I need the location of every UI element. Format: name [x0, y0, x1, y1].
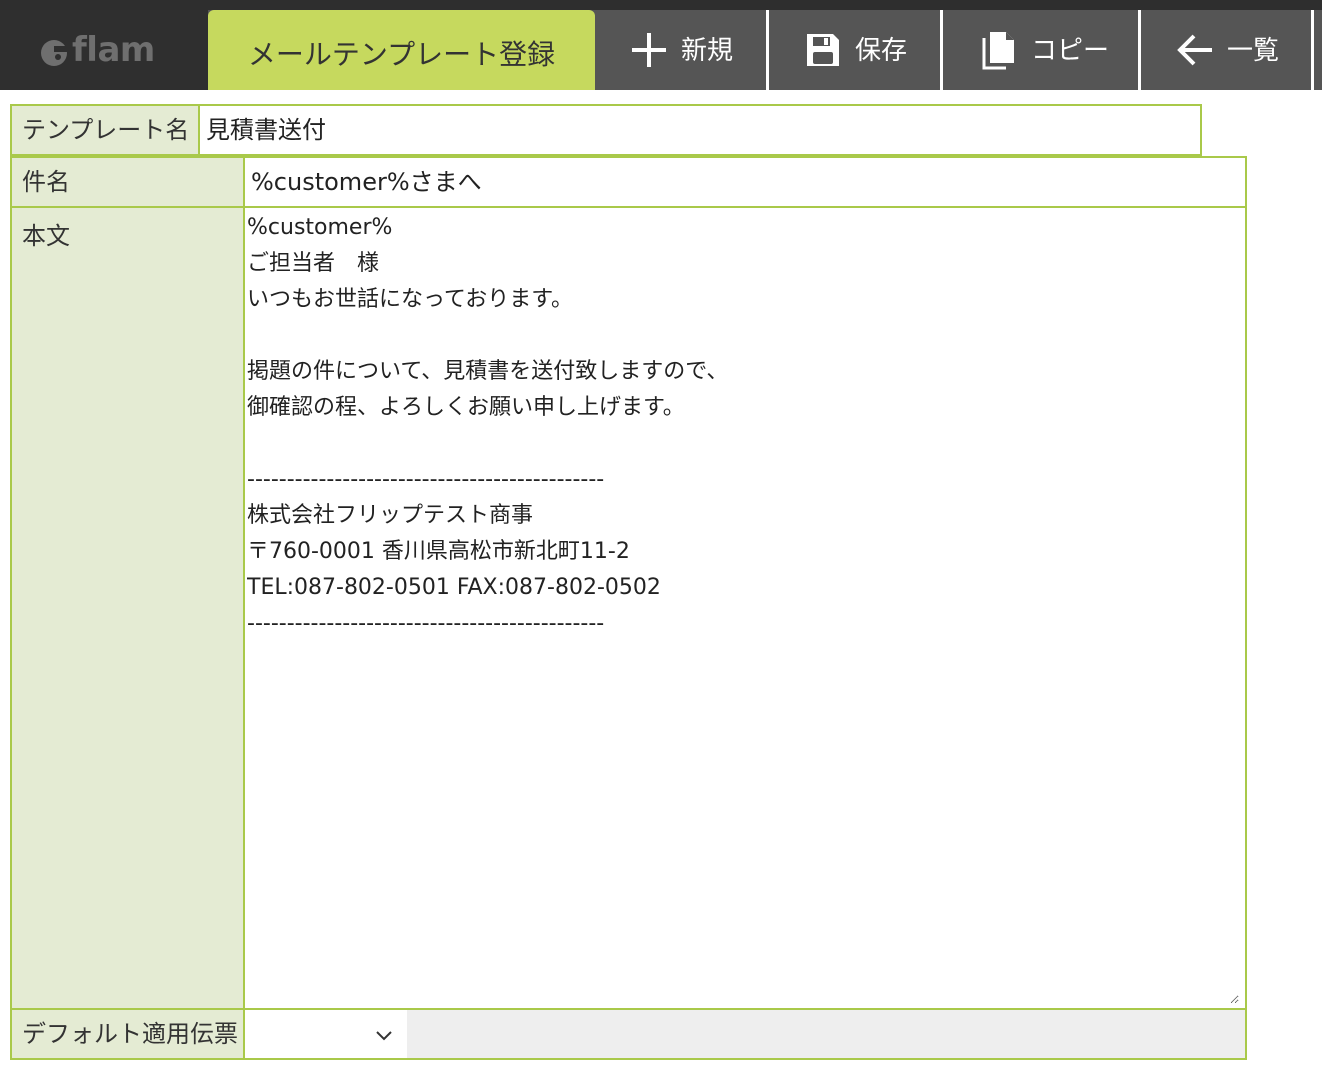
copy-button-label: コピー	[1031, 36, 1110, 66]
arrow-left-icon	[1175, 30, 1215, 70]
plus-icon	[629, 30, 669, 70]
top-strip	[0, 0, 1322, 10]
body-textarea[interactable]: %customer% ご担当者 様 いつもお世話になっております。 掲題の件につ…	[247, 210, 1239, 1004]
list-button[interactable]: 一覧	[1141, 10, 1311, 90]
new-button[interactable]: 新規	[595, 10, 766, 90]
save-icon	[803, 30, 843, 70]
list-button-label: 一覧	[1227, 36, 1280, 66]
copy-button[interactable]: コピー	[943, 10, 1138, 90]
page-title: メールテンプレート登録	[208, 10, 595, 90]
body-field-wrapper: %customer% ご担当者 様 いつもお世話になっております。 掲題の件につ…	[243, 206, 1247, 1010]
new-button-label: 新規	[681, 36, 734, 66]
template-name-field[interactable]: 見積書送付	[198, 104, 1202, 156]
toolbar-divider	[1311, 10, 1314, 90]
default-slip-field	[243, 1008, 1247, 1060]
app-logo[interactable]: flam	[40, 30, 155, 70]
chevron-down-icon	[375, 1020, 393, 1048]
save-button[interactable]: 保存	[769, 10, 940, 90]
body-label: 本文	[10, 206, 245, 1010]
save-button-label: 保存	[855, 36, 908, 66]
default-slip-filler	[407, 1010, 1245, 1058]
default-slip-select[interactable]	[245, 1010, 407, 1058]
subject-field[interactable]: %customer%さまへ	[243, 156, 1247, 208]
logo-area: flam	[0, 10, 208, 90]
subject-label: 件名	[10, 156, 245, 208]
default-slip-label: デフォルト適用伝票	[10, 1008, 245, 1060]
template-name-label: テンプレート名	[10, 104, 200, 156]
logo-text: flam	[72, 30, 155, 70]
copy-icon	[979, 30, 1019, 70]
logo-icon	[40, 36, 68, 66]
